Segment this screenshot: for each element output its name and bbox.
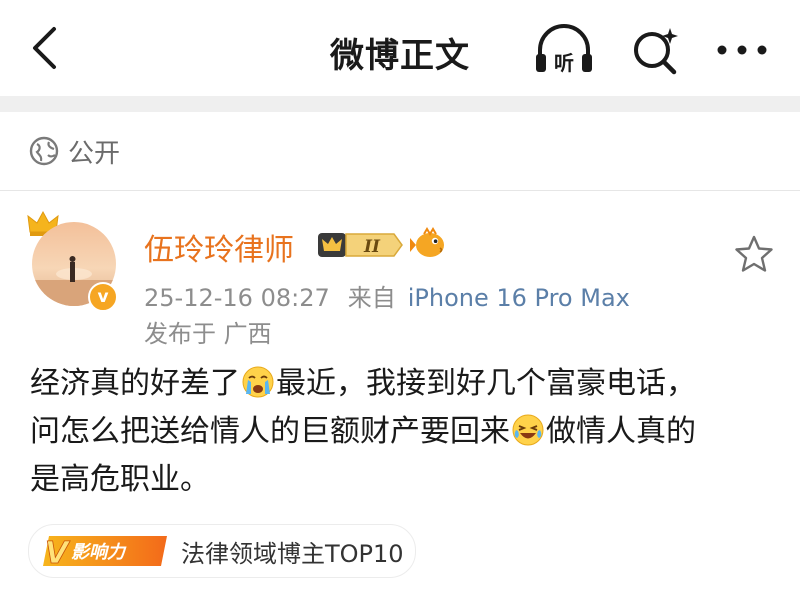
favorite-button[interactable] [734, 234, 774, 274]
post-text: 经济真的好差了 最近，我接到好几个富豪电话， 问怎么把送给情人的巨额财产要回来 … [30, 360, 780, 504]
influence-badge-letter: V [45, 536, 71, 569]
post-location: 发布于 广西 [144, 320, 272, 348]
visibility-label: 公开 [68, 138, 121, 169]
listen-icon-label: 听 [554, 51, 574, 75]
post-text-part: 最近，我接到好几个富豪电话， [276, 366, 696, 401]
influence-badge: V 影响力 [43, 536, 167, 569]
post-meta: 25-12-16 08:27 来自 iPhone 16 Pro Max [144, 278, 630, 313]
more-button[interactable] [710, 20, 774, 80]
post-timestamp: 25-12-16 08:27 [144, 284, 330, 312]
influence-tag[interactable]: V 影响力 法律领域博主TOP10 [28, 524, 416, 578]
author-avatar[interactable]: v [26, 208, 126, 312]
verified-badge: v [88, 282, 118, 312]
device-link[interactable]: iPhone 16 Pro Max [408, 284, 630, 312]
post-text-part: 经济真的好差了 [30, 366, 240, 401]
source-prefix: 来自 [347, 284, 396, 312]
more-dots-icon [717, 45, 767, 55]
listen-button[interactable]: 听 [532, 20, 596, 80]
fish-pet-icon [410, 227, 444, 257]
visibility-row: 公开 [0, 112, 800, 191]
star-icon [735, 235, 773, 272]
laughing-tears-emoji-icon [512, 414, 544, 446]
post-text-part: 是高危职业。 [30, 462, 210, 497]
post-text-part: 做情人真的 [546, 414, 696, 449]
author-name[interactable]: 伍玲玲律师 [144, 225, 294, 269]
vip-level-badge: II [318, 233, 403, 257]
influence-badge-label: 影响力 [71, 542, 127, 563]
search-sparkle-icon [634, 28, 678, 75]
crying-emoji-icon [242, 366, 274, 398]
globe-icon [29, 136, 59, 166]
influence-text: 法律领域博主TOP10 [181, 539, 404, 568]
post-text-part: 问怎么把送给情人的巨额财产要回来 [30, 414, 510, 449]
top-bar: 微博正文 听 [0, 0, 800, 96]
headphones-icon: 听 [536, 24, 592, 75]
search-button[interactable] [626, 20, 686, 80]
section-divider [0, 96, 800, 112]
vip-level-text: II [363, 237, 381, 257]
